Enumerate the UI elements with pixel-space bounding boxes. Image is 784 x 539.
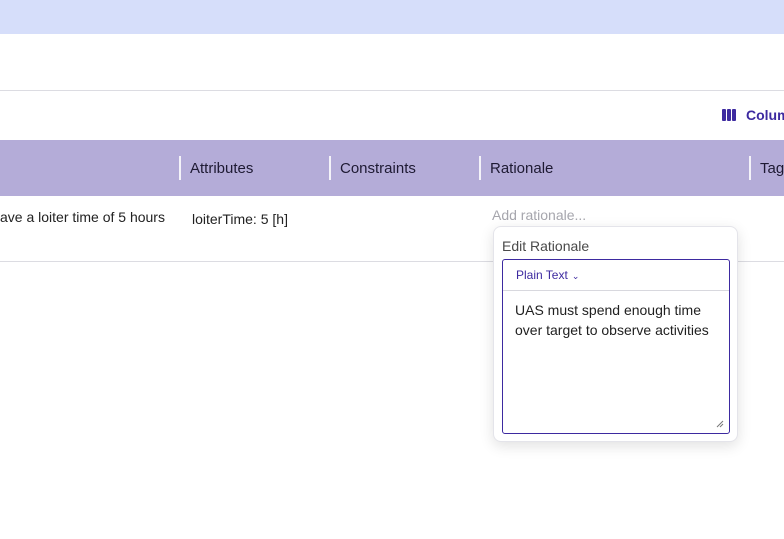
- column-divider[interactable]: [329, 156, 331, 180]
- header-rationale[interactable]: Rationale: [490, 140, 553, 196]
- rationale-textarea[interactable]: [503, 292, 729, 433]
- header-attributes[interactable]: Attributes: [190, 140, 253, 196]
- header-constraints[interactable]: Constraints: [340, 140, 416, 196]
- column-divider[interactable]: [479, 156, 481, 180]
- chevron-down-icon: ⌄: [571, 270, 580, 281]
- app-page: Columns Attributes Constraints Rationale…: [0, 0, 784, 539]
- cell-attributes: loiterTime: 5 [h]: [192, 211, 288, 227]
- cell-description: ave a loiter time of 5 hours: [0, 209, 165, 225]
- column-divider[interactable]: [179, 156, 181, 180]
- columns-button-label: Columns: [746, 107, 784, 123]
- header-tags[interactable]: Tags: [760, 140, 784, 196]
- columns-icon: [722, 109, 736, 121]
- edit-rationale-popover: Edit Rationale Plain Text ⌄: [493, 226, 738, 442]
- rationale-editor: Plain Text ⌄: [502, 259, 730, 434]
- column-divider[interactable]: [749, 156, 751, 180]
- format-select-label: Plain Text: [516, 268, 568, 282]
- add-rationale-link[interactable]: Add rationale...: [492, 207, 586, 223]
- sub-bar: [0, 34, 784, 91]
- top-banner: [0, 0, 784, 34]
- table-header: Attributes Constraints Rationale Tags: [0, 140, 784, 196]
- table-toolbar: Columns: [0, 91, 784, 140]
- format-select[interactable]: Plain Text ⌄: [503, 260, 729, 291]
- resize-handle-icon[interactable]: [716, 420, 724, 428]
- popover-title: Edit Rationale: [502, 238, 590, 254]
- columns-button[interactable]: Columns: [722, 105, 784, 125]
